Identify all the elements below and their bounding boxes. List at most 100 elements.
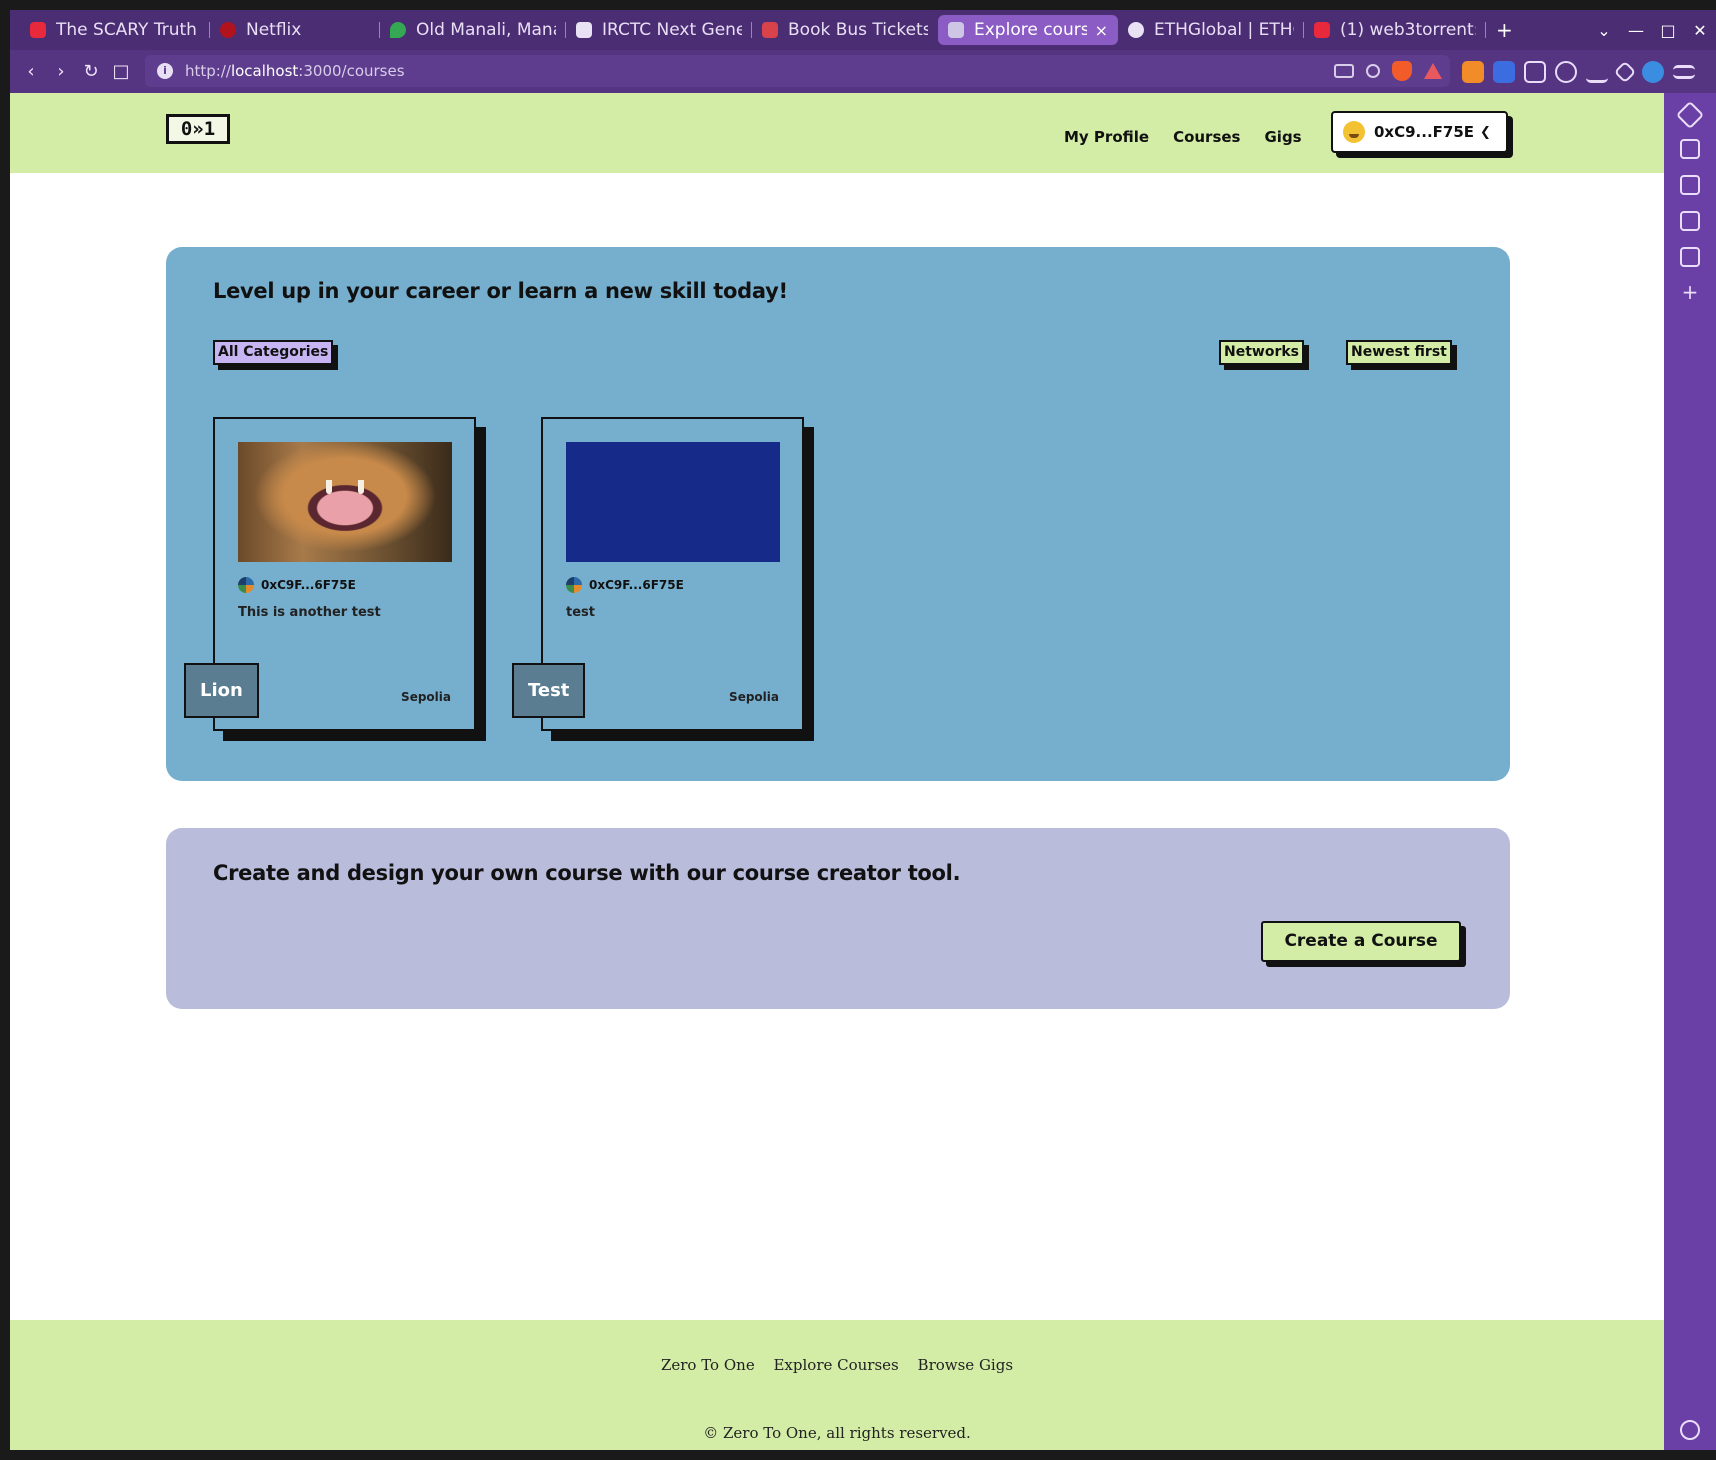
course-card[interactable]: 0xC9F...6F75E test Sepolia Test	[512, 417, 804, 731]
browser-tab[interactable]: ETHGlobal | ETHO	[1118, 15, 1304, 45]
footer-link-zero-to-one[interactable]: Zero To One	[661, 1356, 755, 1374]
browser-tab[interactable]: The SCARY Truth A	[20, 15, 210, 45]
course-card[interactable]: 0xC9F...6F75E This is another test Sepol…	[184, 417, 476, 731]
create-course-button[interactable]: Create a Course	[1261, 921, 1461, 962]
wallet-button[interactable]: 0xC9...F75E ❮	[1331, 111, 1508, 153]
bus-icon	[762, 22, 778, 38]
back-icon[interactable]: ‹	[16, 61, 46, 82]
tab-title: The SCARY Truth A	[56, 20, 200, 40]
youtube-icon	[1314, 22, 1330, 38]
course-thumbnail-lion	[238, 442, 452, 562]
course-thumbnail-blue	[566, 442, 780, 562]
course-title-tag[interactable]: Test	[512, 663, 586, 718]
tab-title: Netflix	[246, 20, 302, 40]
browser-window: The SCARY Truth A Netflix Old Manali, Ma…	[10, 10, 1716, 1450]
site-footer: Zero To One Explore Courses Browse Gigs …	[10, 1320, 1664, 1450]
minimize-icon[interactable]: —	[1620, 21, 1652, 40]
course-title-tag[interactable]: Lion	[184, 663, 259, 718]
footer-link-browse-gigs[interactable]: Browse Gigs	[918, 1356, 1014, 1374]
close-tab-icon[interactable]: ×	[1095, 21, 1108, 40]
maximize-icon[interactable]: □	[1652, 21, 1684, 40]
close-window-icon[interactable]: ✕	[1684, 21, 1716, 40]
nav-gigs[interactable]: Gigs	[1264, 128, 1301, 146]
menu-icon[interactable]	[1673, 64, 1695, 79]
maps-pin-icon	[390, 22, 406, 38]
browser-tab[interactable]: Book Bus Tickets (	[752, 15, 938, 45]
course-description: test	[566, 605, 595, 620]
course-creator-section: Create and design your own course with o…	[166, 828, 1510, 1009]
category-filter-button[interactable]: All Categories	[213, 340, 334, 365]
tab-title: ETHGlobal | ETHO	[1154, 20, 1294, 40]
nav-courses[interactable]: Courses	[1173, 128, 1240, 146]
wallet-icon[interactable]	[1680, 175, 1700, 195]
irctc-icon	[576, 22, 592, 38]
youtube-icon	[30, 22, 46, 38]
chevron-down-icon: ❮	[1480, 124, 1491, 140]
media-icon[interactable]	[1680, 139, 1700, 159]
lion-fang	[326, 480, 332, 494]
copyright-text: © Zero To One, all rights reserved.	[703, 1424, 971, 1442]
tab-title: Book Bus Tickets (	[788, 20, 928, 40]
browser-tab-active[interactable]: Explore course ×	[938, 15, 1118, 45]
url-path: :3000/courses	[298, 62, 405, 80]
share-icon[interactable]	[1366, 64, 1380, 78]
browser-tab[interactable]: Old Manali, Manal	[380, 15, 566, 45]
course-author[interactable]: 0xC9F...6F75E	[238, 577, 356, 593]
site-header: 0»1 My Profile Courses Gigs 0xC9...F75E …	[10, 93, 1664, 173]
leo-ai-icon[interactable]	[1675, 100, 1705, 130]
url-text[interactable]: http://localhost:3000/courses	[185, 62, 405, 80]
url-scheme: http://	[185, 62, 231, 80]
footer-links: Zero To One Explore Courses Browse Gigs	[10, 1356, 1664, 1374]
nav-my-profile[interactable]: My Profile	[1064, 128, 1149, 146]
course-network: Sepolia	[729, 690, 779, 704]
navigation-bar: ‹ › ↻ □ i http://localhost:3000/courses	[10, 50, 1716, 93]
metamask-icon[interactable]	[1462, 60, 1484, 83]
lion-fang	[358, 480, 364, 494]
tab-separator	[1485, 22, 1486, 38]
page-icon	[948, 22, 964, 38]
bookmark-icon[interactable]: □	[106, 61, 136, 82]
browser-tab[interactable]: IRCTC Next Gener	[566, 15, 752, 45]
new-tab-button[interactable]: +	[1496, 18, 1513, 42]
networks-filter-button[interactable]: Networks	[1219, 340, 1305, 365]
forward-icon[interactable]: ›	[46, 61, 76, 82]
author-avatar	[566, 577, 582, 593]
brave-shields-icon[interactable]	[1392, 61, 1412, 81]
bookmarks-icon[interactable]	[1680, 211, 1700, 231]
course-card-body[interactable]: 0xC9F...6F75E test Sepolia Test	[512, 417, 804, 731]
browser-sidebar: +	[1664, 93, 1716, 1450]
window-controls: ⌄ — □ ✕	[1588, 10, 1716, 50]
music-icon[interactable]	[1555, 60, 1577, 83]
course-description: This is another test	[238, 605, 381, 620]
footer-link-explore-courses[interactable]: Explore Courses	[773, 1356, 898, 1374]
course-card-body[interactable]: 0xC9F...6F75E This is another test Sepol…	[184, 417, 476, 731]
add-sidebar-item-icon[interactable]: +	[1680, 282, 1700, 303]
web-page: 0»1 My Profile Courses Gigs 0xC9...F75E …	[10, 93, 1664, 1450]
leo-ai-icon[interactable]	[1613, 60, 1637, 83]
creator-heading: Create and design your own course with o…	[213, 861, 961, 885]
reload-icon[interactable]: ↻	[76, 61, 106, 82]
address-bar[interactable]: i http://localhost:3000/courses	[145, 55, 1450, 87]
vpn-icon[interactable]	[1642, 60, 1664, 83]
reading-list-icon[interactable]	[1680, 247, 1700, 267]
site-info-icon[interactable]: i	[157, 63, 173, 79]
browser-tab[interactable]: (1) web3torrent: H	[1304, 15, 1486, 45]
brave-rewards-icon[interactable]	[1424, 63, 1442, 79]
tab-title: IRCTC Next Gener	[602, 20, 742, 40]
course-network: Sepolia	[401, 690, 451, 704]
wallet-address: 0xC9...F75E	[1374, 123, 1475, 141]
sort-button[interactable]: Newest first	[1346, 340, 1452, 365]
money-face-avatar-icon	[1343, 121, 1365, 143]
tab-title: (1) web3torrent: H	[1340, 20, 1476, 40]
tab-search-icon[interactable]: ⌄	[1588, 21, 1620, 40]
download-icon[interactable]	[1586, 61, 1608, 83]
site-logo[interactable]: 0»1	[166, 114, 230, 144]
browser-tab[interactable]: Netflix	[210, 15, 380, 45]
explore-heading: Level up in your career or learn a new s…	[213, 279, 788, 303]
wallet-extension-icon[interactable]	[1493, 60, 1515, 83]
install-app-icon[interactable]	[1334, 64, 1354, 78]
course-author[interactable]: 0xC9F...6F75E	[566, 577, 684, 593]
settings-icon[interactable]	[1680, 1420, 1700, 1440]
puzzle-extensions-icon[interactable]	[1524, 60, 1546, 83]
author-avatar	[238, 577, 254, 593]
